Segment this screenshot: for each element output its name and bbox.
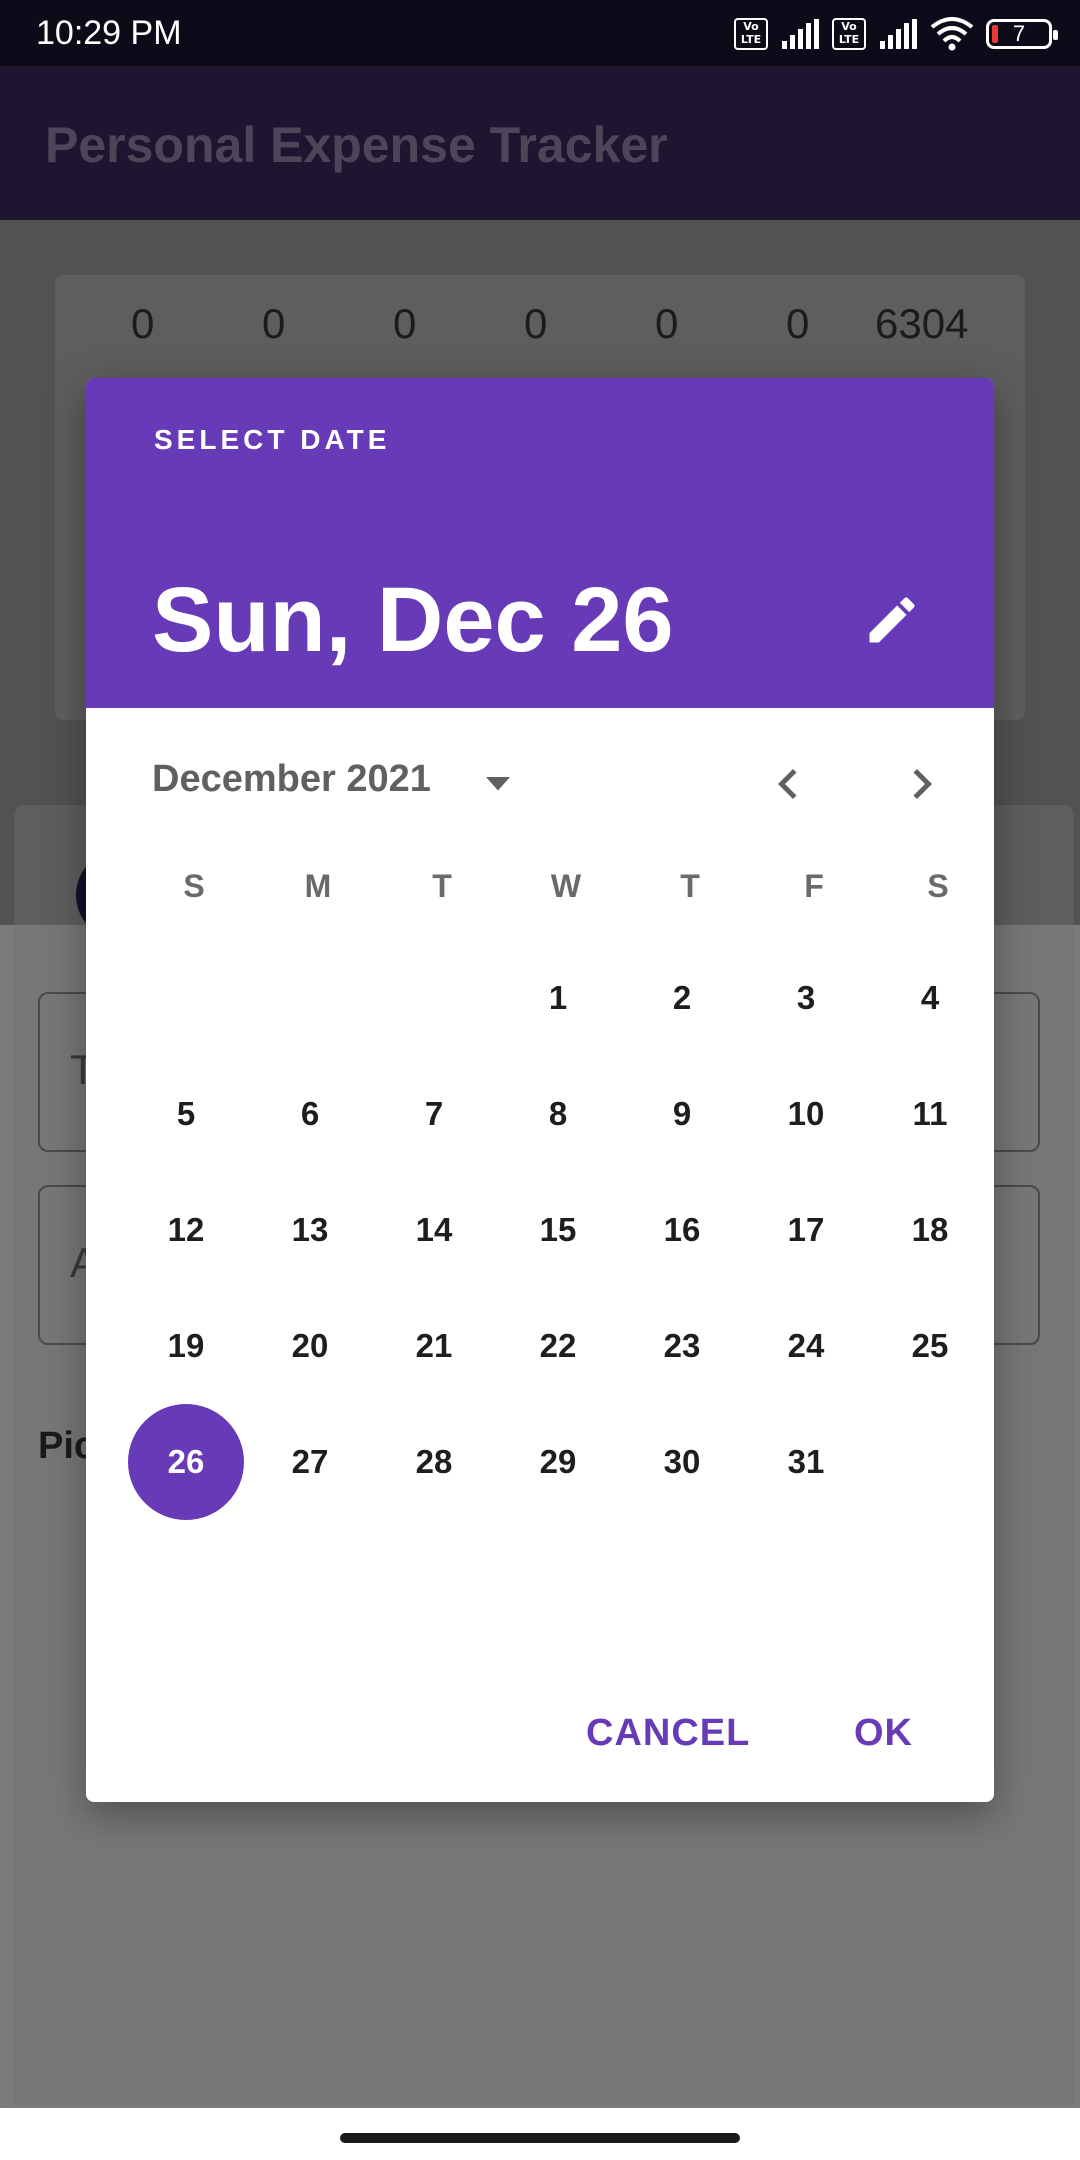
calendar-day[interactable]: 21 (376, 1288, 492, 1404)
dialog-label: SELECT DATE (154, 424, 391, 455)
volte-icon: Vo LTE (832, 18, 866, 50)
calendar-day[interactable]: 17 (748, 1172, 864, 1288)
wifi-icon (930, 17, 974, 51)
calendar-day[interactable]: 9 (624, 1056, 740, 1172)
calendar-day[interactable]: 8 (500, 1056, 616, 1172)
calendar-day[interactable]: 16 (624, 1172, 740, 1288)
calendar-day[interactable]: 11 (872, 1056, 988, 1172)
month-year-selector[interactable]: December 2021 (152, 758, 431, 801)
calendar-day[interactable]: 12 (128, 1172, 244, 1288)
calendar-day[interactable]: 6 (252, 1056, 368, 1172)
calendar-day[interactable]: 31 (748, 1404, 864, 1520)
chevron-left-icon[interactable] (758, 754, 818, 814)
weekday-label: S (927, 868, 949, 904)
weekday-label: T (680, 868, 700, 904)
count-value: 0 (524, 300, 548, 347)
cancel-button[interactable]: CANCEL (586, 1712, 750, 1755)
status-bar: 10:29 PM Vo LTE Vo LTE 7 (0, 0, 1080, 66)
calendar-day[interactable]: 30 (624, 1404, 740, 1520)
battery-level: 7 (1012, 21, 1026, 46)
chevron-right-icon[interactable] (892, 754, 952, 814)
calendar-day[interactable]: 24 (748, 1288, 864, 1404)
month-navigation: December 2021 (86, 708, 994, 858)
status-time: 10:29 PM (36, 14, 182, 52)
calendar-day[interactable]: 18 (872, 1172, 988, 1288)
selected-date-text: Sun, Dec 26 (152, 569, 674, 671)
ok-button[interactable]: OK (854, 1712, 913, 1755)
calendar-day[interactable]: 20 (252, 1288, 368, 1404)
battery-icon: 7 (986, 19, 1058, 49)
edit-icon[interactable] (862, 590, 922, 650)
status-icons: Vo LTE Vo LTE 7 (734, 14, 1058, 54)
weekday-label: F (804, 868, 824, 904)
calendar-day[interactable]: 7 (376, 1056, 492, 1172)
calendar-day[interactable]: 10 (748, 1056, 864, 1172)
dropdown-caret-icon[interactable] (480, 768, 516, 798)
calendar-day[interactable]: 25 (872, 1288, 988, 1404)
weekday-label: M (304, 868, 332, 904)
weekday-label: W (550, 868, 582, 904)
count-value: 6304 (875, 300, 969, 347)
summary-counts: 0 0 0 0 0 0 6304 (55, 300, 1015, 370)
calendar-day[interactable]: 23 (624, 1288, 740, 1404)
calendar-day[interactable]: 22 (500, 1288, 616, 1404)
home-gesture-handle[interactable] (340, 2133, 740, 2143)
weekday-label: T (432, 868, 452, 904)
calendar-day[interactable]: 19 (128, 1288, 244, 1404)
count-value: 0 (393, 300, 417, 347)
date-picker-header: SELECT DATE Sun, Dec 26 (86, 378, 994, 708)
count-value: 0 (131, 300, 155, 347)
volte-icon: Vo LTE (734, 18, 768, 50)
calendar-day[interactable]: 5 (128, 1056, 244, 1172)
signal-icon (782, 19, 819, 49)
calendar-day[interactable]: 28 (376, 1404, 492, 1520)
dialog-actions: CANCEL OK (86, 1688, 994, 1788)
app-bar: Personal Expense Tracker (0, 66, 1080, 220)
count-value: 0 (655, 300, 679, 347)
date-picker-dialog: SELECT DATE Sun, Dec 26 December 2021 S … (86, 378, 994, 1802)
weekday-label: S (183, 868, 205, 904)
calendar-day[interactable]: 14 (376, 1172, 492, 1288)
signal-icon (880, 19, 917, 49)
calendar-day[interactable]: 13 (252, 1172, 368, 1288)
calendar-day[interactable]: 3 (748, 940, 864, 1056)
calendar-day[interactable]: 29 (500, 1404, 616, 1520)
calendar-day[interactable]: 2 (624, 940, 740, 1056)
count-value: 0 (262, 300, 286, 347)
calendar-day[interactable]: 4 (872, 940, 988, 1056)
calendar-day[interactable]: 27 (252, 1404, 368, 1520)
calendar-day-selected[interactable]: 26 (128, 1404, 244, 1520)
calendar-day[interactable]: 1 (500, 940, 616, 1056)
count-value: 0 (786, 300, 810, 347)
app-title: Personal Expense Tracker (45, 117, 668, 173)
weekday-header: S M T W T F S (86, 868, 994, 928)
calendar-day[interactable]: 15 (500, 1172, 616, 1288)
